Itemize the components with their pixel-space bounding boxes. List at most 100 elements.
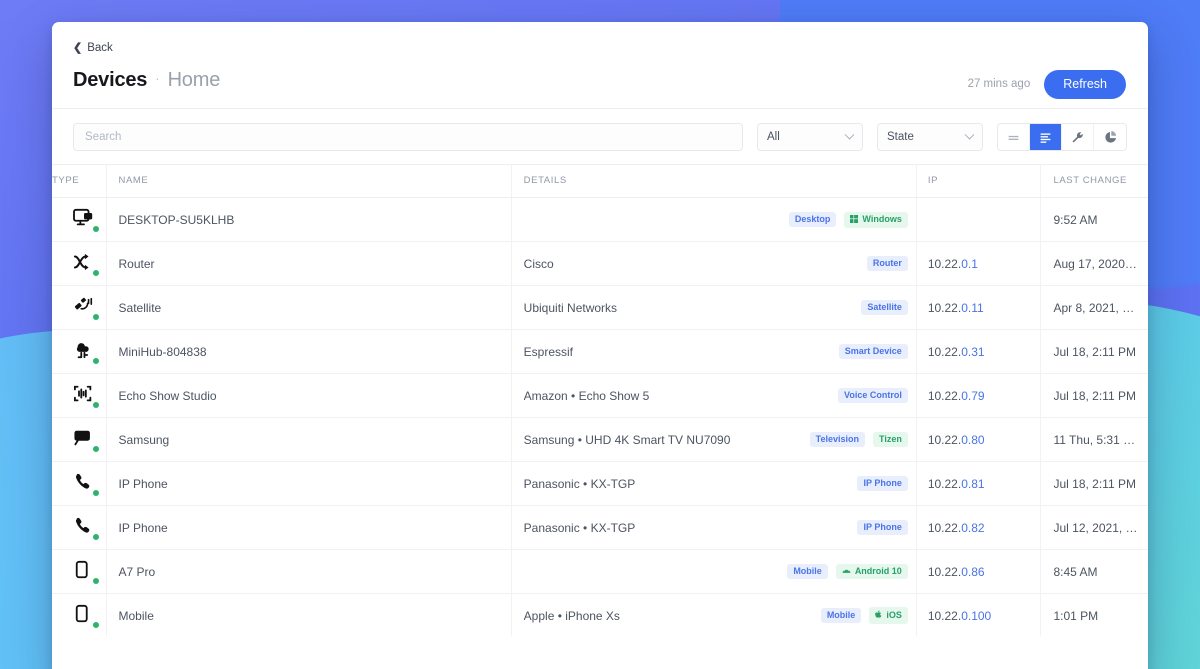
ip-prefix: 10.22.: [928, 565, 961, 579]
windows-icon: [850, 215, 858, 225]
badge-satellite[interactable]: Satellite: [861, 300, 908, 315]
chevron-left-icon: ❮: [73, 43, 82, 54]
ip-suffix: 0.11: [961, 301, 983, 315]
cell-type: [52, 594, 106, 637]
cell-ip-address[interactable]: 10.22.0.79: [916, 374, 1041, 418]
search-field[interactable]: [73, 123, 743, 151]
ip-suffix: 0.31: [961, 345, 984, 359]
details-text: Amazon • Echo Show 5: [524, 389, 650, 403]
badge-ip-phone[interactable]: IP Phone: [857, 476, 907, 491]
search-input[interactable]: [85, 131, 731, 143]
status-dot-online: [92, 269, 100, 277]
cell-last-change: Jul 18, 2:11 PM: [1041, 374, 1148, 418]
column-header-name[interactable]: NAME: [106, 165, 511, 198]
card-header: ❮ Back Devices · Home 27 mins ago Refres…: [52, 22, 1148, 108]
table-row[interactable]: RouterCiscoRouter10.22.0.1Aug 17, 2020…: [52, 242, 1148, 286]
television-icon: [73, 428, 99, 452]
cell-details: Apple • iPhone XsMobileiOS: [511, 594, 916, 637]
cell-device-name[interactable]: IP Phone: [106, 506, 511, 550]
badge-tizen[interactable]: Tizen: [873, 432, 908, 447]
table-row[interactable]: IP PhonePanasonic • KX-TGPIP Phone10.22.…: [52, 506, 1148, 550]
status-dot-online: [92, 313, 100, 321]
cell-ip-address[interactable]: 10.22.0.1: [916, 242, 1041, 286]
cell-ip-address[interactable]: 10.22.0.80: [916, 418, 1041, 462]
details-text: Ubiquiti Networks: [524, 301, 617, 315]
ip-suffix: 0.80: [961, 433, 984, 447]
filter-all-dropdown[interactable]: All: [757, 123, 863, 151]
cell-device-name[interactable]: IP Phone: [106, 462, 511, 506]
status-dot-online: [92, 225, 100, 233]
ip-prefix: 10.22.: [928, 521, 961, 535]
badge-router[interactable]: Router: [867, 256, 908, 271]
badge-ip-phone[interactable]: IP Phone: [857, 520, 907, 535]
refresh-button[interactable]: Refresh: [1044, 70, 1126, 99]
status-dot-online: [92, 401, 100, 409]
equals-icon: [1007, 131, 1020, 144]
cell-device-name[interactable]: Samsung: [106, 418, 511, 462]
badge-label: IP Phone: [863, 523, 901, 532]
devices-table-container[interactable]: TYPE NAME DETAILS IP LAST CHANGE DESKTOP…: [52, 164, 1148, 636]
badge-group: Mobile Android 10: [787, 564, 908, 579]
table-row[interactable]: Echo Show Studio Amazon • Echo Show 5 Voic…: [52, 374, 1148, 418]
cell-device-name[interactable]: DESKTOP-SU5KLHB: [106, 198, 511, 242]
cell-device-name[interactable]: Router: [106, 242, 511, 286]
compact-view-button[interactable]: [998, 124, 1030, 150]
ip-suffix: 0.86: [961, 565, 984, 579]
badge-windows[interactable]: Windows: [844, 212, 907, 228]
cell-device-name[interactable]: Echo Show Studio: [106, 374, 511, 418]
cell-last-change: 9:52 AM: [1041, 198, 1148, 242]
status-dot-online: [92, 621, 100, 629]
table-row[interactable]: MiniHub-804838EspressifSmart Device10.22…: [52, 330, 1148, 374]
toolbar: All State: [52, 109, 1148, 164]
breadcrumb-current[interactable]: Home: [168, 69, 221, 92]
badge-voice-control[interactable]: Voice Control: [838, 388, 908, 403]
column-header-ip[interactable]: IP: [916, 165, 1041, 198]
back-button[interactable]: ❮ Back: [73, 43, 113, 55]
cell-ip-address[interactable]: [916, 198, 1041, 242]
table-row[interactable]: IP PhonePanasonic • KX-TGPIP Phone10.22.…: [52, 462, 1148, 506]
badge-desktop[interactable]: Desktop: [789, 212, 837, 227]
stats-button[interactable]: [1094, 124, 1126, 150]
tools-button[interactable]: [1062, 124, 1094, 150]
cell-device-name[interactable]: A7 Pro: [106, 550, 511, 594]
list-view-button[interactable]: [1030, 124, 1062, 150]
badge-ios[interactable]: iOS: [869, 607, 908, 624]
wrench-icon: [1071, 131, 1084, 144]
cell-ip-address[interactable]: 10.22.0.82: [916, 506, 1041, 550]
badge-group: Mobile iOS: [821, 607, 908, 624]
cell-device-name[interactable]: Mobile: [106, 594, 511, 637]
cell-ip-address[interactable]: 10.22.0.100: [916, 594, 1041, 637]
cell-details: Mobile Android 10: [511, 550, 916, 594]
column-header-type[interactable]: TYPE: [52, 165, 106, 198]
badge-mobile[interactable]: Mobile: [787, 564, 828, 579]
table-row[interactable]: Satellite Ubiquiti Networks Satellite 10.22…: [52, 286, 1148, 330]
cell-type: [52, 462, 106, 506]
badge-label: Windows: [862, 215, 901, 224]
desktop-icon: [73, 208, 99, 232]
badge-smart-device[interactable]: Smart Device: [839, 344, 908, 359]
cell-type: [52, 550, 106, 594]
header-actions: 27 mins ago Refresh: [968, 70, 1126, 99]
devices-table: TYPE NAME DETAILS IP LAST CHANGE DESKTOP…: [52, 164, 1148, 636]
ip-suffix: 0.79: [961, 389, 984, 403]
cell-ip-address[interactable]: 10.22.0.86: [916, 550, 1041, 594]
cell-ip-address[interactable]: 10.22.0.11: [916, 286, 1041, 330]
status-dot-online: [92, 533, 100, 541]
table-row[interactable]: DESKTOP-SU5KLHB Desktop Windows 9:52 AM: [52, 198, 1148, 242]
cell-device-name[interactable]: MiniHub-804838: [106, 330, 511, 374]
cell-ip-address[interactable]: 10.22.0.81: [916, 462, 1041, 506]
table-row[interactable]: MobileApple • iPhone XsMobileiOS10.22.0.…: [52, 594, 1148, 637]
table-row[interactable]: SamsungSamsung • UHD 4K Smart TV NU7090T…: [52, 418, 1148, 462]
cell-device-name[interactable]: Satellite: [106, 286, 511, 330]
badge-android-10[interactable]: Android 10: [836, 564, 908, 579]
list-icon: [1039, 131, 1052, 144]
badge-label: Satellite: [867, 303, 902, 312]
column-header-details[interactable]: DETAILS: [511, 165, 916, 198]
column-header-last-change[interactable]: LAST CHANGE: [1041, 165, 1148, 198]
table-header-row: TYPE NAME DETAILS IP LAST CHANGE: [52, 165, 1148, 198]
cell-ip-address[interactable]: 10.22.0.31: [916, 330, 1041, 374]
filter-state-dropdown[interactable]: State: [877, 123, 983, 151]
badge-television[interactable]: Television: [810, 432, 865, 447]
table-row[interactable]: A7 ProMobileAndroid 1010.22.0.868:45 AM: [52, 550, 1148, 594]
badge-mobile[interactable]: Mobile: [821, 608, 862, 623]
